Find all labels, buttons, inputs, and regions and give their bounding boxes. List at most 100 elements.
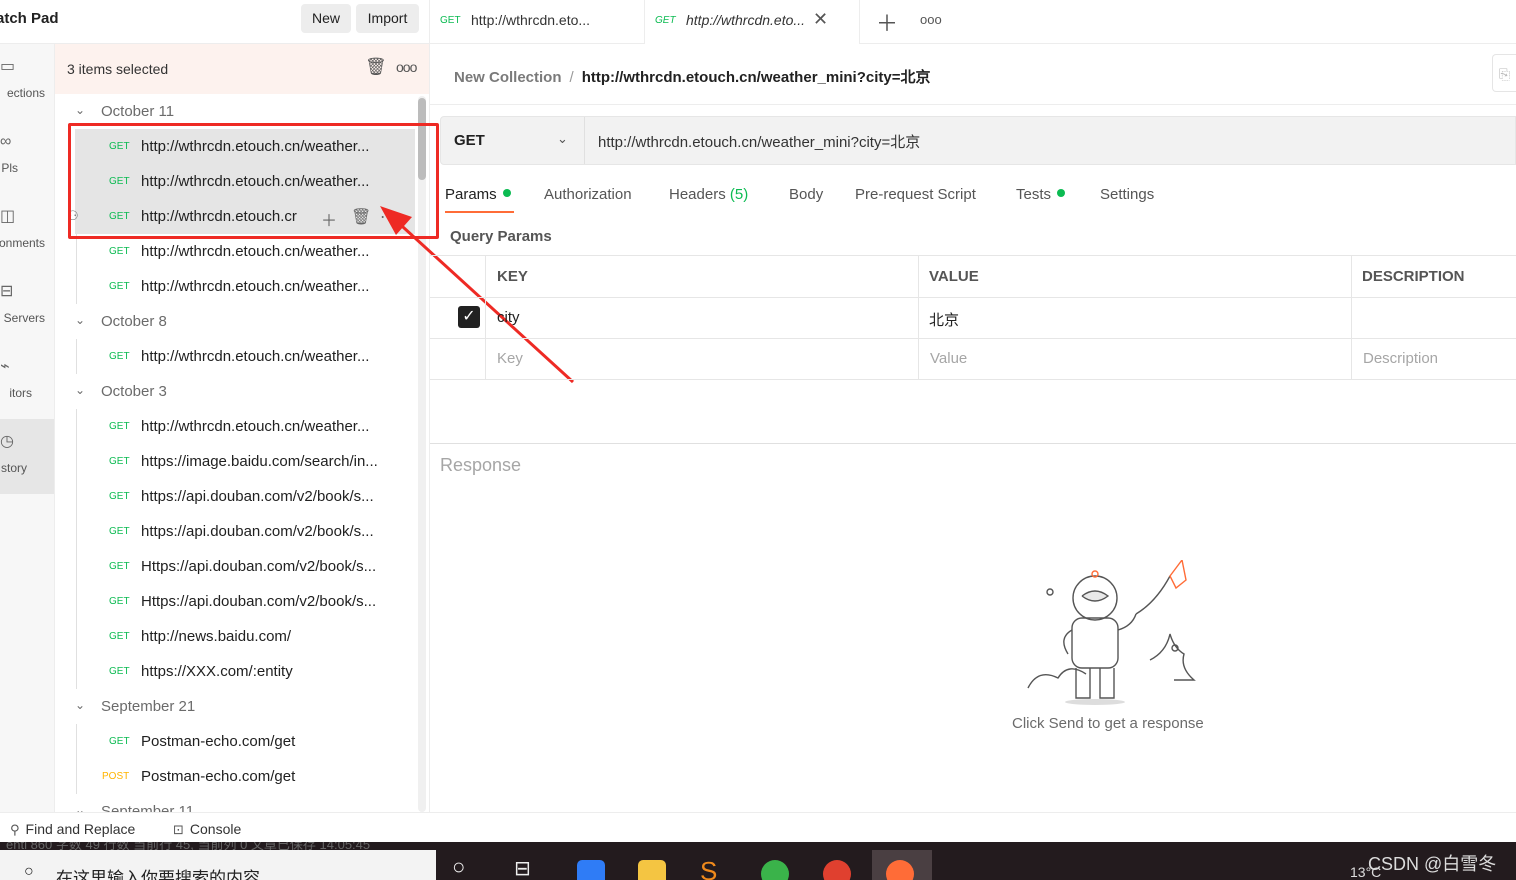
group-label: October 3 [101, 383, 167, 400]
trash-icon[interactable]: 🗑 [365, 57, 387, 77]
request-url: https://XXX.com/:entity [141, 663, 293, 680]
more-icon[interactable]: ooo [396, 59, 417, 75]
tab-request-1[interactable]: GET http://wthrcdn.eto... [430, 0, 645, 44]
postman-app: atch Pad New Import ▭ ections ∞ Pls ◫ on… [0, 0, 1516, 842]
find-replace-label: Find and Replace [25, 821, 136, 837]
method-badge: GET [109, 281, 130, 292]
param-value[interactable]: 北京 [929, 309, 959, 330]
list-item[interactable]: GET http://wthrcdn.etouch.cn/weather... [75, 409, 415, 444]
taskbar-search[interactable]: ○ 在这里输入你要搜索的内容 [0, 850, 436, 880]
list-item[interactable]: GET http://wthrcdn.etouch.cn/weather... [75, 269, 415, 304]
rail-environments[interactable]: ◫ onments [0, 194, 54, 269]
method-badge: GET [109, 666, 130, 677]
table-border [430, 338, 1516, 339]
new-button[interactable]: New [301, 4, 351, 33]
chrome-icon[interactable] [823, 860, 851, 880]
tab-tests[interactable]: Tests [1016, 186, 1066, 203]
request-url: http://wthrcdn.etouch.cn/weather... [141, 278, 370, 295]
tab-label: Tests [1016, 186, 1052, 203]
new-tab-icon[interactable]: ＋ [876, 6, 898, 38]
key-input[interactable]: Key [497, 350, 523, 367]
tab-label: Settings [1100, 186, 1155, 203]
list-item[interactable]: GET Https://api.douban.com/v2/book/s... [75, 549, 415, 584]
rail-monitors[interactable]: ⌁ itors [0, 344, 54, 419]
response-hint: Click Send to get a response [1012, 715, 1204, 732]
cortana-icon[interactable]: ○ [452, 854, 480, 880]
documentation-icon[interactable]: ⎘ [1492, 54, 1516, 92]
rail-history[interactable]: ◷ story [0, 419, 54, 494]
list-item[interactable]: POST Postman-echo.com/get [75, 759, 415, 794]
history-group[interactable]: ⌄ September 11 [55, 794, 415, 812]
tab-settings[interactable]: Settings [1100, 186, 1154, 203]
description-input[interactable]: Description [1363, 350, 1438, 367]
list-item[interactable]: GET https://XXX.com/:entity [75, 654, 415, 689]
more-icon[interactable]: ooo [920, 12, 942, 27]
console-label: Console [189, 821, 242, 837]
rail-apis[interactable]: ∞ Pls [0, 119, 54, 194]
wechat-icon[interactable] [761, 860, 789, 880]
app-feishu-icon[interactable] [577, 860, 605, 880]
import-button[interactable]: Import [356, 4, 419, 33]
url-input[interactable]: http://wthrcdn.etouch.cn/weather_mini?ci… [598, 131, 920, 152]
method-select[interactable]: GET ⌄ [441, 117, 585, 164]
tab-headers[interactable]: Headers (5) [669, 186, 748, 203]
list-item[interactable]: GET Https://api.douban.com/v2/book/s... [75, 584, 415, 619]
chevron-down-icon: ⌄ [75, 698, 86, 712]
close-icon[interactable]: ✕ [813, 9, 828, 30]
value-input[interactable]: Value [930, 350, 967, 367]
list-item[interactable]: GET https://image.baidu.com/search/in... [75, 444, 415, 479]
group-label: September 11 [101, 803, 195, 812]
collections-icon: ▭ [0, 58, 16, 75]
method-badge: GET [109, 631, 130, 642]
active-tab-underline [445, 211, 514, 213]
list-item[interactable]: GET https://api.douban.com/v2/book/s... [75, 479, 415, 514]
table-border [918, 255, 919, 380]
breadcrumb-request[interactable]: http://wthrcdn.etouch.cn/weather_mini?ci… [582, 69, 931, 86]
list-item[interactable]: GET http://news.baidu.com/ [75, 619, 415, 654]
list-item[interactable]: GET https://api.douban.com/v2/book/s... [75, 514, 415, 549]
task-view-icon[interactable]: ⊟ [514, 856, 542, 880]
console-icon: ⊡ [173, 822, 184, 837]
rail-mock-servers[interactable]: ⊟ Servers [0, 269, 54, 344]
history-group[interactable]: ⌄ October 8 [55, 304, 415, 339]
chevron-down-icon: ⌄ [557, 131, 568, 146]
list-item[interactable]: GET http://wthrcdn.etouch.cn/weather... [75, 234, 415, 269]
tab-pre-request-script[interactable]: Pre-request Script [855, 186, 976, 203]
file-explorer-icon[interactable] [638, 860, 666, 880]
request-url: Postman-echo.com/get [141, 733, 296, 750]
request-tabs-bar: GET http://wthrcdn.eto... GET http://wth… [430, 0, 1516, 44]
selection-count: 3 items selected [67, 61, 169, 77]
selection-bar: 3 items selected 🗑 ooo [55, 44, 429, 94]
table-border [430, 297, 1516, 298]
console-button[interactable]: ⊡ Console [173, 821, 241, 838]
list-item[interactable]: GET http://wthrcdn.etouch.cn/weather... [75, 339, 415, 374]
param-key[interactable]: city [497, 309, 520, 326]
request-url: Https://api.douban.com/v2/book/s... [141, 593, 377, 610]
sublime-icon[interactable]: S [700, 856, 728, 880]
breadcrumb-collection[interactable]: New Collection [454, 69, 562, 86]
request-url: https://image.baidu.com/search/in... [141, 453, 378, 470]
rail-label: story [0, 461, 27, 475]
find-replace-button[interactable]: ⚲ Find and Replace [10, 821, 135, 838]
rail-collections[interactable]: ▭ ections [0, 44, 54, 119]
method-value: GET [454, 132, 485, 149]
history-group[interactable]: ⌄ September 21 [55, 689, 415, 724]
history-group[interactable]: ⌄ October 3 [55, 374, 415, 409]
column-header-key: KEY [497, 268, 528, 285]
search-icon: ○ [24, 863, 34, 880]
tab-title: http://wthrcdn.eto... [471, 12, 591, 28]
tab-params[interactable]: Params [445, 186, 511, 203]
postman-icon[interactable] [886, 860, 914, 880]
method-badge: GET [109, 351, 130, 362]
method-badge: GET [109, 456, 130, 467]
rail-label: Servers [3, 311, 45, 325]
apis-icon: ∞ [0, 133, 12, 150]
breadcrumb-separator: / [569, 69, 574, 86]
tab-authorization[interactable]: Authorization [544, 186, 632, 203]
request-url: http://wthrcdn.etouch.cn/weather... [141, 243, 370, 260]
list-item[interactable]: GET Postman-echo.com/get [75, 724, 415, 759]
param-checkbox[interactable]: ✓ [458, 306, 480, 328]
tab-request-2[interactable]: GET http://wthrcdn.eto... ✕ [645, 0, 860, 44]
tab-body[interactable]: Body [789, 186, 823, 203]
status-bar: ⚲ Find and Replace ⊡ Console [0, 812, 1516, 842]
